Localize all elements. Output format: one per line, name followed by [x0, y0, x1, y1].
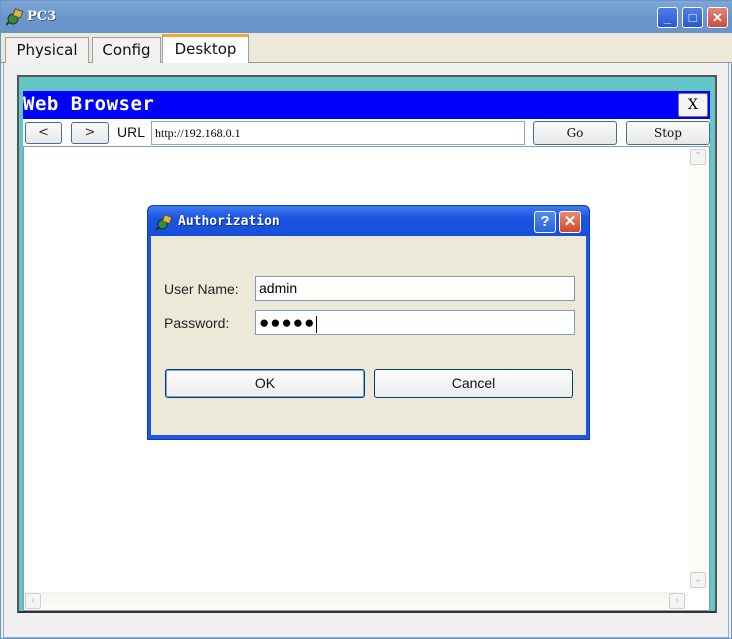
- web-browser-titlebar: Web Browser: [23, 91, 710, 119]
- close-window-button[interactable]: ✕: [707, 7, 728, 28]
- back-button[interactable]: <: [25, 122, 62, 144]
- maximize-icon: □: [688, 10, 697, 25]
- stop-button[interactable]: Stop: [626, 121, 710, 145]
- pc3-window: PC3 _ □ ✕ Physical Config Desktop Web Br…: [0, 0, 732, 639]
- tab-bar: Physical Config Desktop: [1, 33, 732, 64]
- packet-tracer-pc-icon: [6, 8, 24, 26]
- question-icon: ?: [540, 213, 550, 230]
- url-label: URL: [117, 124, 146, 140]
- password-mask: ●●●●●: [259, 313, 316, 332]
- web-browser-close-button[interactable]: X: [678, 93, 708, 117]
- chevron-right-icon: ›: [675, 595, 679, 606]
- password-input[interactable]: ●●●●●: [255, 310, 575, 335]
- scroll-right-button[interactable]: ›: [669, 593, 685, 609]
- tab-desktop[interactable]: Desktop: [162, 34, 249, 64]
- username-label: User Name:: [164, 281, 239, 297]
- url-input[interactable]: http://192.168.0.1: [151, 121, 525, 145]
- scroll-down-button[interactable]: ⌄: [690, 572, 706, 588]
- packet-tracer-pc-icon: [156, 214, 173, 231]
- ok-button[interactable]: OK: [165, 369, 365, 398]
- forward-button[interactable]: >: [71, 122, 109, 144]
- chevron-up-icon: ⌃: [693, 151, 703, 162]
- scroll-left-button[interactable]: ‹: [25, 593, 41, 609]
- window-titlebar[interactable]: PC3 _ □ ✕: [1, 1, 732, 33]
- close-icon: ✕: [712, 10, 723, 25]
- scroll-up-button[interactable]: ⌃: [690, 149, 706, 165]
- tab-physical[interactable]: Physical: [5, 37, 89, 63]
- minimize-icon: _: [663, 10, 672, 25]
- web-browser-title: Web Browser: [23, 93, 155, 115]
- help-button[interactable]: ?: [534, 211, 556, 233]
- authorization-dialog: Authorization ? ✕ User Name: admin Passw…: [147, 205, 590, 440]
- maximize-button[interactable]: □: [682, 7, 703, 28]
- username-input[interactable]: admin: [255, 276, 575, 301]
- horizontal-scrollbar[interactable]: ‹ ›: [24, 592, 688, 610]
- go-button[interactable]: Go: [533, 121, 617, 145]
- chevron-left-icon: ‹: [31, 595, 35, 606]
- chevron-right-icon: >: [84, 125, 96, 140]
- password-label: Password:: [164, 315, 230, 331]
- chevron-down-icon: ⌄: [693, 574, 703, 585]
- dialog-title: Authorization: [178, 214, 280, 229]
- minimize-button[interactable]: _: [657, 7, 678, 28]
- window-title: PC3: [27, 9, 57, 24]
- text-caret: [316, 315, 318, 333]
- tab-config[interactable]: Config: [92, 37, 161, 63]
- cancel-button[interactable]: Cancel: [374, 369, 573, 398]
- chevron-left-icon: <: [38, 125, 49, 140]
- vertical-scrollbar[interactable]: ⌃ ⌄: [688, 148, 708, 590]
- dialog-close-button[interactable]: ✕: [559, 211, 581, 233]
- close-icon: ✕: [563, 213, 577, 230]
- dialog-titlebar[interactable]: Authorization ? ✕: [148, 206, 589, 236]
- dialog-body: User Name: admin Password: ●●●●● OK Canc…: [151, 236, 586, 435]
